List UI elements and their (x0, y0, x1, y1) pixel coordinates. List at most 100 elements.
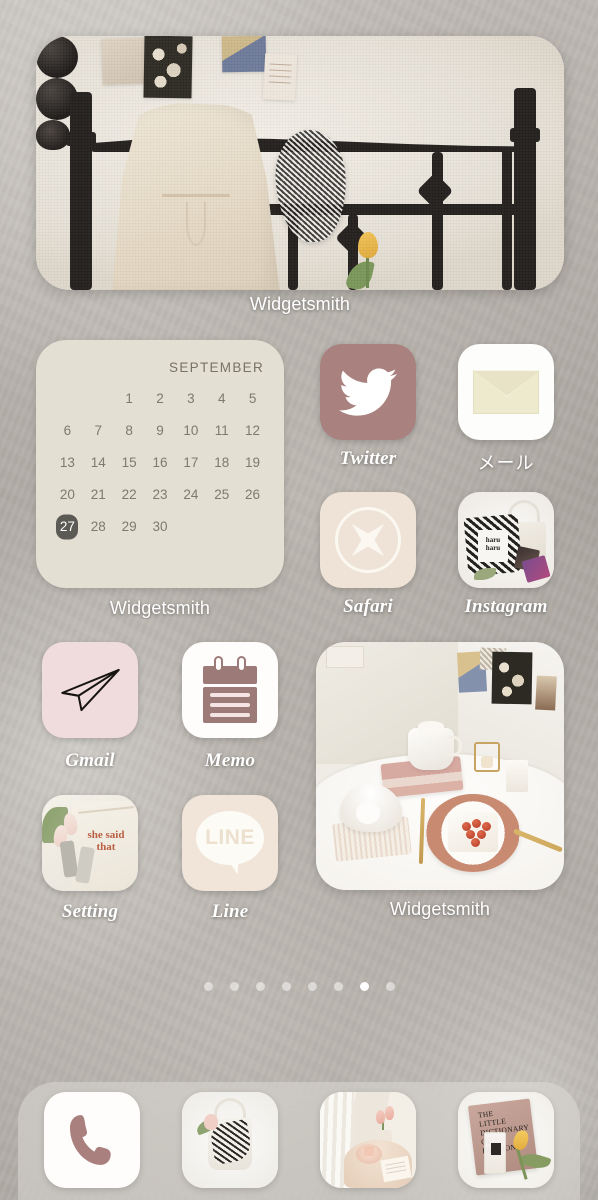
notepad-line (210, 703, 250, 707)
teapot-icon (408, 721, 462, 770)
dock-icon-bag-photo[interactable] (182, 1092, 278, 1188)
calendar-day: 7 (94, 423, 103, 438)
dock-icon-book-photo[interactable]: THE LITTLE DICTIONARY OF FASHION (458, 1092, 554, 1188)
calendar-day: 29 (121, 519, 137, 534)
calendar-day: 11 (214, 423, 229, 438)
strawberry (477, 830, 486, 839)
app-icon-line[interactable]: LINE (182, 795, 278, 891)
widget-food-photo-label: Widgetsmith (389, 899, 491, 919)
widget-top-photo[interactable] (36, 36, 564, 290)
strawberry (472, 819, 481, 828)
headboard-ornament (416, 172, 454, 210)
wall-note (262, 53, 298, 101)
calendar-day: 14 (90, 455, 106, 470)
calendar-day: 6 (63, 423, 72, 438)
wall-photo (221, 36, 267, 73)
photo-table-icon (320, 1092, 416, 1188)
setting-icon-text: she said that (87, 829, 125, 853)
page-indicator[interactable] (0, 982, 598, 991)
calendar-day: 26 (245, 487, 261, 502)
tulip-flower-icon (204, 1114, 218, 1130)
headboard-post (514, 88, 536, 290)
wall-note (326, 646, 364, 668)
wall-photo (143, 36, 193, 99)
app-icon-mail[interactable] (458, 344, 554, 440)
photo-tote-bag-icon (182, 1092, 278, 1188)
notepad-ring (214, 656, 223, 672)
widget-food-photo[interactable] (316, 642, 564, 890)
headboard-ornament (36, 120, 70, 150)
calendar-month-label: SEPTEMBER (169, 360, 264, 375)
tulip-flower-icon (376, 1110, 385, 1124)
headboard-bar (432, 152, 443, 290)
app-icon-safari[interactable] (320, 492, 416, 588)
photo-book-icon: THE LITTLE DICTIONARY OF FASHION (458, 1092, 554, 1188)
candle (506, 760, 528, 792)
calendar-day: 21 (90, 487, 106, 502)
app-icon-twitter[interactable] (320, 344, 416, 440)
page-dot[interactable] (333, 982, 343, 991)
headboard-bar (502, 148, 512, 290)
calendar-day: 10 (183, 423, 199, 438)
page-dot[interactable] (307, 982, 317, 991)
app-icon-gmail[interactable] (42, 642, 138, 738)
calendar-day: 18 (214, 455, 230, 470)
app-icon-memo[interactable] (182, 642, 278, 738)
tulip-flower-icon (385, 1106, 394, 1120)
photo-card (521, 555, 551, 583)
app-icon-setting[interactable]: she said that (42, 795, 138, 891)
candle-lantern (474, 742, 500, 772)
page-dot[interactable] (203, 982, 213, 991)
calendar-day: 25 (214, 487, 230, 502)
widget-top-photo-label: Widgetsmith (249, 294, 351, 314)
phone-handset-icon (69, 1115, 111, 1165)
calendar-day: 22 (121, 487, 137, 502)
envelope-icon (472, 369, 541, 414)
dock-icon-table-photo[interactable] (320, 1092, 416, 1188)
flat-cap (273, 128, 349, 244)
calendar-day: 4 (217, 391, 226, 406)
strawberry (471, 838, 480, 847)
headboard-bar (348, 214, 358, 290)
calendar-day-today: 27 (52, 517, 83, 537)
notepad-icon (203, 666, 257, 684)
page-dot[interactable] (229, 982, 239, 991)
notepad-ring (237, 656, 246, 672)
app-icon-instagram[interactable]: haru haru (458, 492, 554, 588)
dock-icon-phone[interactable] (44, 1092, 140, 1188)
calendar-day: 23 (152, 487, 168, 502)
app-label-instagram: Instagram (464, 596, 548, 617)
page-dot[interactable] (281, 982, 291, 991)
calendar-day: 8 (125, 423, 133, 438)
app-label-gmail: Gmail (65, 750, 115, 771)
home-screen: Widgetsmith SEPTEMBER 1 2 3 4 5 6 7 8 9 10 11 12 13 1… (0, 0, 598, 1200)
calendar-day: 17 (183, 455, 199, 470)
page-dot[interactable] (385, 982, 395, 991)
headboard-collar (510, 128, 540, 142)
calendar-day: 12 (245, 423, 261, 438)
calendar-day: 5 (248, 391, 257, 406)
calendar-day: 2 (156, 391, 164, 406)
headboard-rail (182, 204, 524, 215)
hanging-dress (112, 102, 280, 290)
calendar-day: 16 (152, 455, 168, 470)
headboard-bar (288, 208, 298, 290)
bag-tag-text: haru haru (478, 530, 508, 562)
calendar-grid: 1 2 3 4 5 6 7 8 9 10 11 12 13 14 15 16 17 18 19 20 21 22 23 24 2… (52, 389, 268, 537)
photo-tote-bag-icon: haru haru (458, 492, 554, 588)
app-label-mail: メール (477, 453, 535, 474)
page-dot-active[interactable] (359, 982, 369, 991)
headboard-collar (66, 132, 96, 146)
page-dot[interactable] (255, 982, 265, 991)
cake (356, 1144, 382, 1164)
calendar-day: 9 (156, 423, 164, 438)
leaf-icon (474, 568, 496, 580)
app-label-twitter: Twitter (339, 448, 397, 469)
calendar-day: 15 (121, 455, 137, 470)
widget-calendar[interactable]: SEPTEMBER 1 2 3 4 5 6 7 8 9 10 11 12 13 14 15 16 17 18 19 2… (36, 340, 284, 588)
tulip-stem (366, 248, 369, 288)
app-label-memo: Memo (204, 750, 256, 771)
calendar-day: 28 (90, 519, 106, 534)
headboard-knob (36, 78, 78, 120)
photo-tulip-tote-icon: she said that (42, 795, 138, 891)
